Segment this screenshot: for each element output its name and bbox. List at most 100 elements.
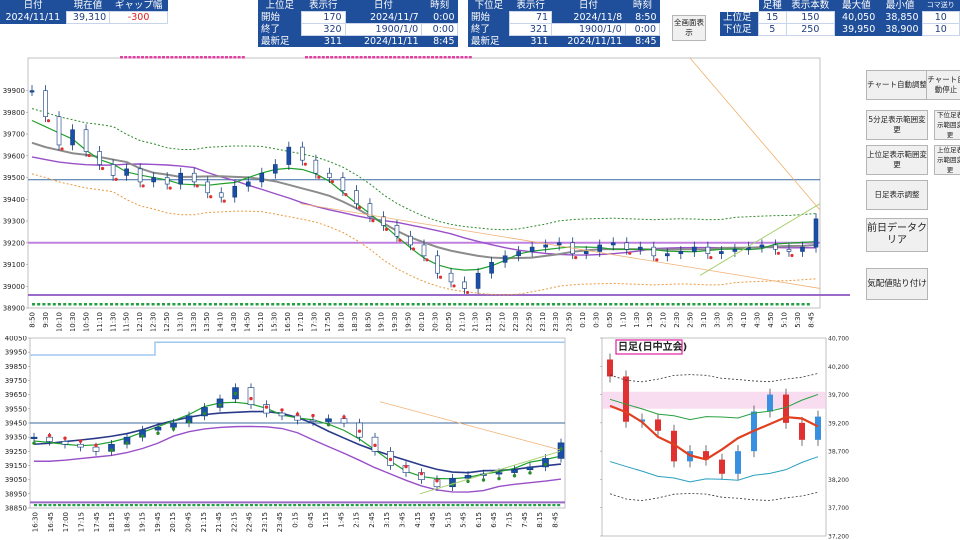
marker-strip bbox=[192, 504, 196, 507]
y-tick-label: 38,200 bbox=[828, 477, 849, 484]
daily-adjust-button[interactable]: 日足表示調整 bbox=[866, 180, 928, 210]
marker-strip bbox=[162, 303, 165, 306]
signal-dot bbox=[425, 258, 429, 262]
marker-strip bbox=[293, 504, 297, 507]
marker-strip bbox=[760, 303, 763, 306]
x-tick-label: 5:45 bbox=[460, 512, 468, 528]
candle-body bbox=[719, 251, 724, 254]
chart-auto-adjust-button[interactable]: チャート自動調整 bbox=[866, 70, 928, 100]
upper-timeframe-chart[interactable]: 38850 38950 39050 39150 39250 39350 39450 39550… bbox=[0, 336, 600, 540]
marker-strip bbox=[172, 303, 176, 306]
x-tick-label: 18:30 bbox=[351, 312, 359, 331]
marker-strip bbox=[687, 303, 691, 306]
candle-body bbox=[655, 419, 661, 431]
marker-strip bbox=[394, 504, 397, 507]
marker-strip bbox=[363, 56, 367, 59]
marker-strip bbox=[94, 303, 98, 306]
upper-comma-value[interactable]: 10 bbox=[921, 11, 960, 24]
x-tick-label: 17:30 bbox=[311, 312, 319, 331]
marker-strip bbox=[145, 56, 149, 59]
x-tick-label: 9:30 bbox=[42, 312, 50, 328]
clear-prev-day-button[interactable]: 前日データクリア bbox=[866, 218, 928, 252]
y-tick-label: 38950 bbox=[5, 490, 27, 498]
marker-strip bbox=[269, 504, 273, 507]
y-tick-label: 37,200 bbox=[828, 534, 849, 540]
marker-strip bbox=[58, 504, 61, 507]
upper-min-value: 38,850 bbox=[878, 11, 923, 24]
marker-strip bbox=[567, 303, 571, 306]
signal-dot bbox=[47, 433, 52, 438]
marker-strip bbox=[385, 303, 389, 306]
marker-strip bbox=[676, 303, 680, 306]
candle-body bbox=[556, 242, 562, 246]
marker-strip bbox=[614, 303, 618, 306]
signal-dot bbox=[60, 147, 64, 151]
marker-strip bbox=[132, 56, 136, 59]
marker-strip bbox=[63, 303, 67, 306]
marker-strip bbox=[526, 303, 529, 306]
chart-auto-stop-button[interactable]: チャート自動停止 bbox=[926, 70, 960, 100]
marker-strip bbox=[518, 504, 522, 507]
intraday-chart[interactable]: 38900 39000 39100 39200 39300 39400 39500 39600… bbox=[0, 56, 860, 331]
marker-strip bbox=[451, 504, 455, 507]
marker-strip bbox=[187, 56, 191, 59]
marker-strip bbox=[468, 56, 472, 59]
marker-strip bbox=[162, 56, 165, 59]
marker-strip bbox=[770, 303, 774, 306]
daily-chart[interactable]: 37,200 37,700 38,200 38,700 39,200 39,700 40,2… bbox=[600, 336, 856, 540]
candle-body bbox=[502, 255, 508, 263]
upper-range-button-2[interactable]: 上位足表示範囲変更 bbox=[934, 145, 960, 175]
candle-body bbox=[597, 244, 603, 252]
candle-body bbox=[381, 216, 386, 226]
marker-strip bbox=[198, 303, 202, 306]
upper-count-value[interactable]: 150 bbox=[785, 11, 836, 24]
x-tick-label: 3:30 bbox=[713, 312, 721, 328]
x-tick-label: 17:15 bbox=[78, 512, 86, 532]
paste-prices-button[interactable]: 気配値貼り付け bbox=[866, 268, 928, 300]
signal-dot bbox=[264, 405, 269, 409]
full-screen-button[interactable]: 全画面表示 bbox=[672, 15, 706, 41]
candle-body bbox=[205, 181, 211, 194]
marker-strip bbox=[546, 303, 550, 306]
signal-dot bbox=[141, 184, 145, 188]
marker-strip bbox=[531, 303, 535, 306]
lower-bars-value[interactable]: 5 bbox=[758, 23, 787, 36]
marker-strip bbox=[446, 504, 450, 507]
marker-strip bbox=[468, 303, 472, 306]
marker-strip bbox=[254, 504, 258, 507]
marker-strip bbox=[154, 504, 157, 507]
lower-end-date: 1900/1/0 bbox=[551, 23, 626, 36]
lower-range-button[interactable]: 下位足表示範囲変更 bbox=[934, 110, 960, 140]
signal-dot bbox=[78, 439, 83, 443]
x-tick-label: 6:45 bbox=[490, 512, 498, 528]
lower-end-time: 0:00 bbox=[624, 23, 661, 36]
y-tick-label: 40050 bbox=[5, 336, 27, 343]
signal-dot bbox=[384, 227, 389, 231]
upper-latest-row: 311 bbox=[301, 35, 346, 47]
marker-strip bbox=[276, 303, 280, 306]
marker-strip bbox=[523, 504, 527, 507]
marker-strip bbox=[225, 56, 228, 59]
date-header: 日付 bbox=[0, 0, 67, 12]
marker-strip bbox=[422, 303, 425, 306]
marker-strip bbox=[214, 303, 217, 306]
marker-strip bbox=[439, 56, 443, 59]
marker-strip bbox=[489, 303, 493, 306]
x-tick-label: 0:10 bbox=[579, 312, 587, 328]
upper-bars-value[interactable]: 15 bbox=[758, 11, 787, 24]
upper-range-button[interactable]: 上位足表示範囲変更 bbox=[866, 145, 928, 175]
range-5min-button[interactable]: 5分足表示範囲変更 bbox=[866, 110, 928, 140]
signal-dot bbox=[574, 256, 578, 260]
lower-count-value[interactable]: 250 bbox=[785, 23, 836, 36]
candle-body bbox=[70, 129, 75, 146]
lower-comma-value[interactable]: 10 bbox=[921, 23, 960, 36]
candle-body bbox=[325, 418, 332, 422]
marker-strip bbox=[188, 303, 191, 306]
candle-body bbox=[610, 242, 616, 246]
candle-body bbox=[191, 172, 197, 183]
marker-strip bbox=[219, 303, 223, 306]
x-tick-label: 1:15 bbox=[322, 512, 330, 528]
marker-strip bbox=[237, 56, 241, 59]
upper-end-time: 0:00 bbox=[421, 23, 458, 36]
marker-strip bbox=[229, 303, 233, 306]
